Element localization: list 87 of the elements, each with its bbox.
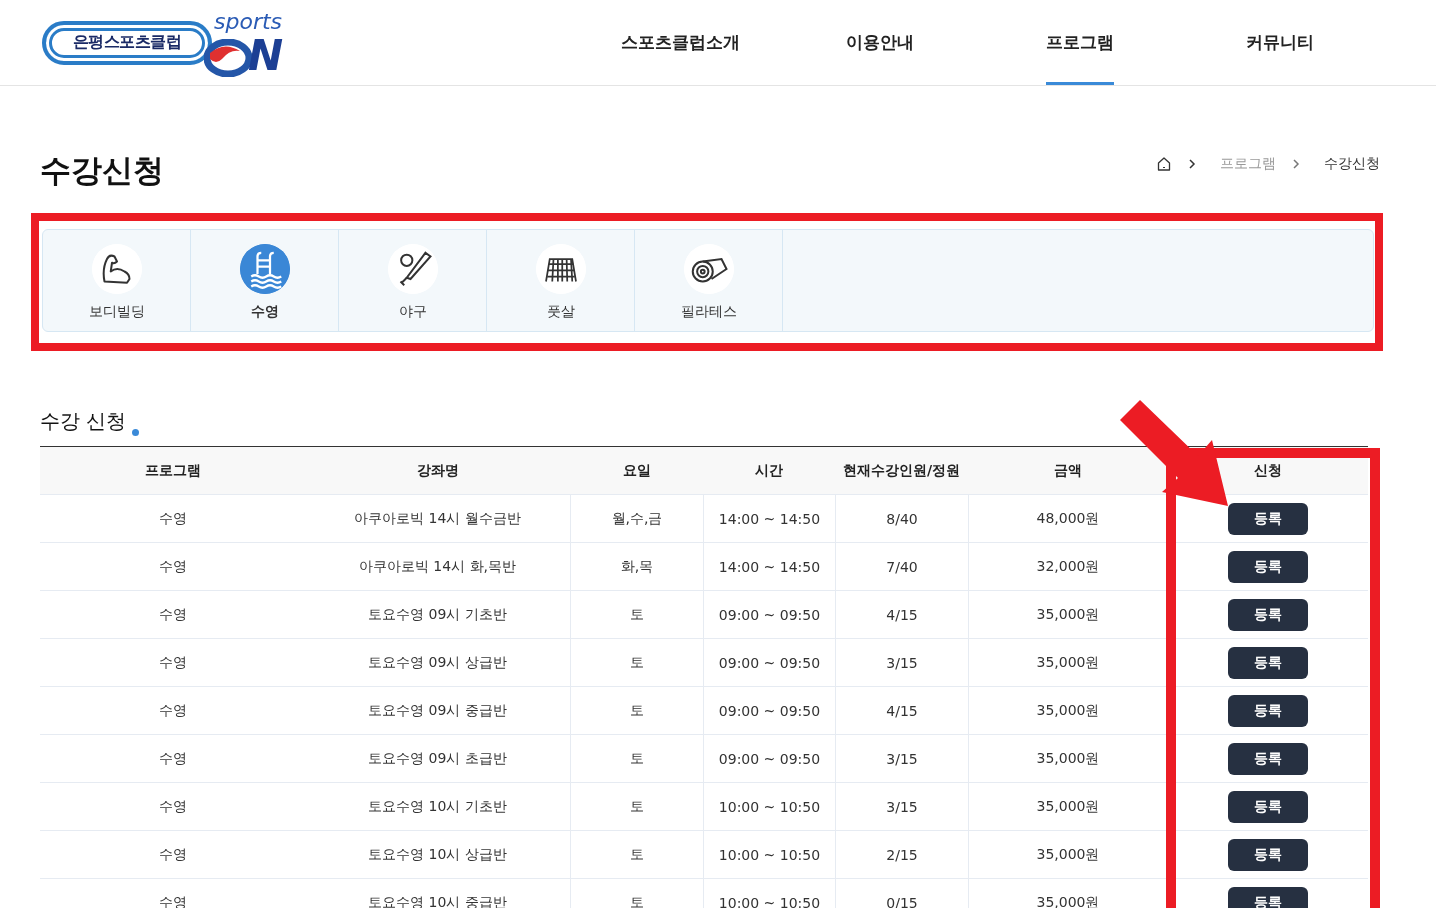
logo-text: 은평스포츠클럽 (72, 32, 182, 53)
table-cell: 토 (570, 591, 703, 638)
accent-dot (132, 429, 140, 436)
table-cell: 35,000원 (968, 639, 1167, 686)
table-cell-text: 수영 (157, 748, 188, 768)
table-cell: 35,000원 (968, 687, 1167, 734)
section-title: 수강 신청 (40, 408, 127, 434)
table-cell-text: 수영 (157, 508, 188, 528)
table-cell: 32,000원 (968, 543, 1167, 590)
column-header: 현재수강인원/정원 (841, 460, 962, 480)
column-header: 신청 (1252, 460, 1283, 480)
table-cell: 3/15 (835, 639, 968, 686)
column-header: 금액 (1052, 460, 1083, 480)
table-cell: 토 (570, 783, 703, 830)
pool-ladder-icon (239, 244, 290, 294)
nav-link[interactable]: 프로그램 (1046, 0, 1114, 85)
register-button[interactable]: 등록 (1228, 646, 1308, 679)
table-cell: 14:00 ~ 14:50 (703, 495, 835, 542)
table-cell: 10:00 ~ 10:50 (703, 783, 835, 830)
table-cell: 7/40 (835, 543, 968, 590)
table-cell: 09:00 ~ 09:50 (703, 735, 835, 782)
table-cell: 2/15 (835, 831, 968, 878)
table-cell: 토 (570, 735, 703, 782)
table-cell: 10:00 ~ 10:50 (703, 879, 835, 908)
table-cell: 35,000원 (968, 783, 1167, 830)
table-cell: 3/15 (835, 783, 968, 830)
table-cell: 09:00 ~ 09:50 (703, 687, 835, 734)
logo-tagline: sports (214, 10, 283, 33)
table-cell-text: 아쿠아로빅 14시 월수금반 (353, 508, 522, 528)
table-cell: 35,000원 (968, 591, 1167, 638)
table-cell-text: 수영 (157, 604, 188, 624)
table-cell: 3/15 (835, 735, 968, 782)
table-cell: 0/15 (835, 879, 968, 908)
category-tab[interactable]: 수영 (191, 230, 339, 331)
table-cell-text: 수영 (157, 844, 188, 864)
table-cell: 35,000원 (968, 735, 1167, 782)
table-cell-text: 수영 (157, 892, 188, 908)
home-icon[interactable] (1156, 156, 1172, 172)
page-title: 수강신청 (40, 152, 164, 188)
nav-link[interactable]: 커뮤니티 (1246, 0, 1314, 85)
category-tab[interactable]: 필라테스 (635, 230, 783, 331)
table-cell-text: 토요수영 10시 기초반 (367, 796, 508, 816)
register-button[interactable]: 등록 (1228, 838, 1308, 871)
table-cell-text: 수영 (157, 652, 188, 672)
table-cell-text: 토요수영 10시 중급반 (367, 892, 508, 908)
category-tab[interactable]: 야구 (339, 230, 487, 331)
table-cell: 토 (570, 687, 703, 734)
register-button[interactable]: 등록 (1228, 886, 1308, 908)
table-cell: 35,000원 (968, 879, 1167, 908)
category-tab[interactable]: 풋살 (487, 230, 635, 331)
nav-link[interactable]: 스포츠클럽소개 (620, 0, 740, 85)
table-cell: 토 (570, 639, 703, 686)
register-button[interactable]: 등록 (1228, 694, 1308, 727)
table-cell: 월,수,금 (570, 495, 703, 542)
table-cell-text: 수영 (157, 700, 188, 720)
table-cell: 10:00 ~ 10:50 (703, 831, 835, 878)
table-cell-text: 토요수영 09시 중급반 (367, 700, 508, 720)
table-cell: 토 (570, 879, 703, 908)
table-cell: 4/15 (835, 687, 968, 734)
category-tab[interactable]: 보디빌딩 (43, 230, 191, 331)
column-header: 요일 (621, 460, 652, 480)
table-cell-text: 토요수영 09시 초급반 (367, 748, 508, 768)
column-header: 시간 (754, 460, 784, 480)
column-header: 강좌명 (415, 460, 460, 480)
table-cell: 8/40 (835, 495, 968, 542)
table-cell: 4/15 (835, 591, 968, 638)
logo-letter: N (248, 34, 284, 77)
register-button[interactable]: 등록 (1228, 550, 1308, 583)
table-cell: 09:00 ~ 09:50 (703, 591, 835, 638)
table-cell: 09:00 ~ 09:50 (703, 639, 835, 686)
nav-link[interactable]: 이용안내 (846, 0, 914, 85)
column-header: 프로그램 (143, 460, 202, 480)
table-cell-text: 토요수영 09시 기초반 (367, 604, 508, 624)
register-button[interactable]: 등록 (1228, 790, 1308, 823)
register-button[interactable]: 등록 (1228, 598, 1308, 631)
table-cell-text: 수영 (157, 556, 188, 576)
register-button[interactable]: 등록 (1228, 742, 1308, 775)
table-cell-text: 수영 (157, 796, 188, 816)
register-button[interactable]: 등록 (1228, 502, 1308, 535)
table-cell: 35,000원 (968, 831, 1167, 878)
table-cell-text: 토요수영 10시 상급반 (367, 844, 508, 864)
table-cell: 화,목 (570, 543, 703, 590)
table-cell: 14:00 ~ 14:50 (703, 543, 835, 590)
table-cell-text: 아쿠아로빅 14시 화,목반 (357, 556, 518, 576)
table-cell: 토 (570, 831, 703, 878)
table-cell: 48,000원 (968, 495, 1167, 542)
table-cell-text: 토요수영 09시 상급반 (367, 652, 508, 672)
